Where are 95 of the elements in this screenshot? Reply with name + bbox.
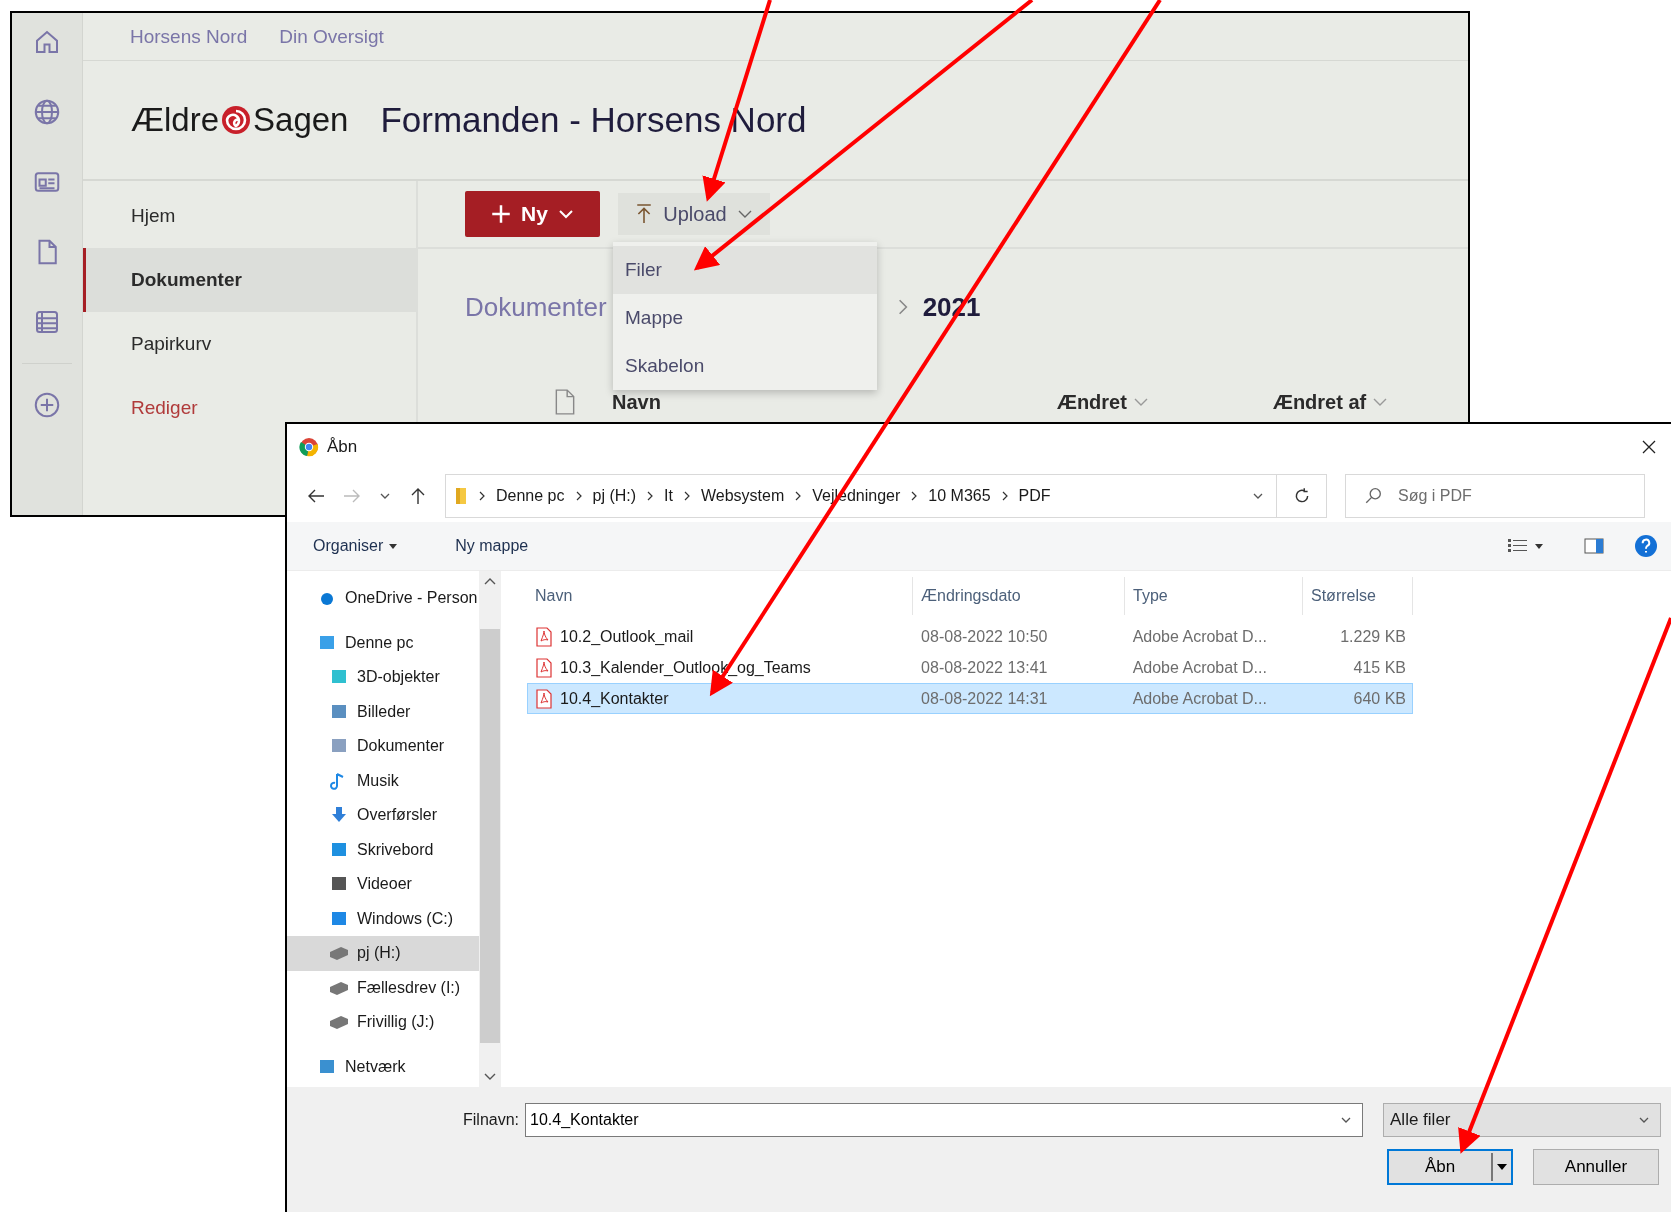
back-arrow-icon[interactable] xyxy=(307,487,325,505)
file-date: 08-08-2022 14:31 xyxy=(920,689,1049,708)
file-row[interactable]: 10.4_Kontakter 08-08-2022 14:31 Adobe Acrobat D... 640 KB xyxy=(527,683,1413,714)
folder-tree-item[interactable]: Billeder xyxy=(287,694,479,729)
nav-item[interactable]: Hjem xyxy=(83,184,416,248)
scrollbar[interactable] xyxy=(479,571,501,1087)
folder-tree-item[interactable]: Overførsler xyxy=(287,798,479,833)
file-date: 08-08-2022 13:41 xyxy=(920,658,1049,677)
path-segment[interactable]: Denne pc xyxy=(496,487,565,505)
menu-item[interactable]: Mappe xyxy=(613,294,877,342)
column-header[interactable]: Navn xyxy=(527,577,913,615)
logo-text: Sagen xyxy=(253,101,349,139)
folder-tree-item[interactable]: Windows (C:) xyxy=(287,901,479,936)
search-icon xyxy=(1364,487,1382,505)
menu-item[interactable]: Filer xyxy=(613,246,877,294)
refresh-button[interactable] xyxy=(1277,474,1327,518)
dropdown-arrow-icon xyxy=(389,543,398,549)
nav-item[interactable]: Dokumenter xyxy=(83,248,416,312)
path-segment[interactable]: PDF xyxy=(1018,487,1051,505)
folder-tree-item[interactable]: Dokumenter xyxy=(287,729,479,764)
chevron-icon xyxy=(574,490,583,502)
chevron-icon xyxy=(646,490,655,502)
file-type-icon xyxy=(554,389,576,415)
menu-item[interactable]: Skabelon xyxy=(613,342,877,390)
globe-icon[interactable] xyxy=(32,97,62,127)
file-type: Adobe Acrobat D... xyxy=(1131,627,1268,646)
plus-icon xyxy=(491,204,512,224)
breadcrumb-link[interactable]: Dokumenter xyxy=(465,291,607,323)
top-link[interactable]: Horsens Nord xyxy=(130,25,248,48)
file-size: 415 KB xyxy=(1352,658,1407,677)
site-title: Formanden - Horsens Nord xyxy=(380,100,807,140)
folder-tree-item[interactable]: Videoer xyxy=(287,867,479,902)
file-row[interactable]: 10.2_Outlook_mail 08-08-2022 10:50 Adobe Acrobat D... 1.229 KB xyxy=(527,621,1413,652)
pdf-file-icon xyxy=(536,688,552,709)
path-segment[interactable]: Websystem xyxy=(700,487,785,505)
chevron-icon xyxy=(682,490,691,502)
cancel-button[interactable]: Annuller xyxy=(1533,1149,1659,1185)
dropdown-arrow-icon[interactable] xyxy=(1535,543,1543,549)
search-box[interactable]: Søg i PDF xyxy=(1345,474,1645,518)
folder-tree-item[interactable]: Netværk xyxy=(287,1049,479,1084)
folder-icon xyxy=(454,486,468,506)
open-button[interactable]: Åbn xyxy=(1387,1149,1513,1185)
top-link[interactable]: Din Oversigt xyxy=(279,25,384,48)
column-header[interactable]: Størrelse xyxy=(1303,577,1413,615)
folder-tree-item[interactable]: OneDrive - Person xyxy=(287,581,479,616)
folder-tree-item[interactable]: Denne pc xyxy=(287,625,479,660)
path-segment[interactable]: 10 M365 xyxy=(928,487,991,505)
dialog-title: Åbn xyxy=(327,437,358,457)
column-header[interactable]: Ændret af xyxy=(1272,390,1367,414)
browser-icon xyxy=(299,437,319,457)
up-arrow-icon[interactable] xyxy=(409,487,427,505)
scroll-down-icon[interactable] xyxy=(484,1073,496,1081)
preview-pane-icon[interactable] xyxy=(1583,538,1605,554)
file-date: 08-08-2022 10:50 xyxy=(920,627,1049,646)
pdf-file-icon xyxy=(536,626,552,647)
column-header[interactable]: Type xyxy=(1125,577,1303,615)
file-size: 640 KB xyxy=(1352,689,1407,708)
help-icon[interactable] xyxy=(1635,535,1657,557)
column-header[interactable]: Ændret xyxy=(1056,390,1127,414)
scroll-up-icon[interactable] xyxy=(484,577,496,585)
dropdown-arrow-icon xyxy=(1497,1164,1507,1170)
file-type: Adobe Acrobat D... xyxy=(1131,689,1268,708)
column-header[interactable]: Navn xyxy=(612,390,661,414)
file-name: 10.2_Outlook_mail xyxy=(560,627,694,646)
pdf-file-icon xyxy=(536,657,552,678)
logo-swirl-icon xyxy=(221,105,252,135)
close-icon[interactable] xyxy=(1641,439,1657,455)
chevron-icon xyxy=(794,490,803,502)
new-button[interactable]: Ny xyxy=(465,191,600,237)
chevron-icon xyxy=(478,490,486,502)
folder-tree-item[interactable]: Musik xyxy=(287,763,479,798)
file-type: Adobe Acrobat D... xyxy=(1131,658,1268,677)
column-header[interactable]: Ændringsdato xyxy=(913,577,1125,615)
chevron-icon xyxy=(910,490,919,502)
chevron-icon xyxy=(1000,490,1009,502)
folder-tree-item[interactable]: pj (H:) xyxy=(287,936,479,971)
upload-icon xyxy=(635,203,654,225)
folder-tree-item[interactable]: Frivillig (J:) xyxy=(287,1005,479,1040)
file-type-dropdown[interactable]: Alle filer xyxy=(1383,1103,1662,1137)
folder-tree-item[interactable]: 3D-objekter xyxy=(287,660,479,695)
path-segment[interactable]: It xyxy=(664,487,673,505)
nav-item[interactable]: Papirkurv xyxy=(83,312,416,376)
file-name: 10.4_Kontakter xyxy=(560,689,669,708)
field-label: Filnavn: xyxy=(463,1111,520,1129)
add-icon[interactable] xyxy=(32,390,62,420)
folder-tree-item[interactable]: Skrivebord xyxy=(287,832,479,867)
chevron-icon xyxy=(896,298,909,316)
logo-text: Ældre xyxy=(131,101,220,139)
upload-button[interactable]: Upload xyxy=(618,193,770,235)
organize-menu[interactable]: Organiser xyxy=(313,537,384,555)
new-folder-button[interactable]: Ny mappe xyxy=(455,537,529,555)
file-size: 1.229 KB xyxy=(1339,627,1407,646)
folder-tree-item[interactable]: Fællesdrev (I:) xyxy=(287,970,479,1005)
path-segment[interactable]: pj (H:) xyxy=(592,487,637,505)
view-options-icon[interactable] xyxy=(1507,538,1529,554)
